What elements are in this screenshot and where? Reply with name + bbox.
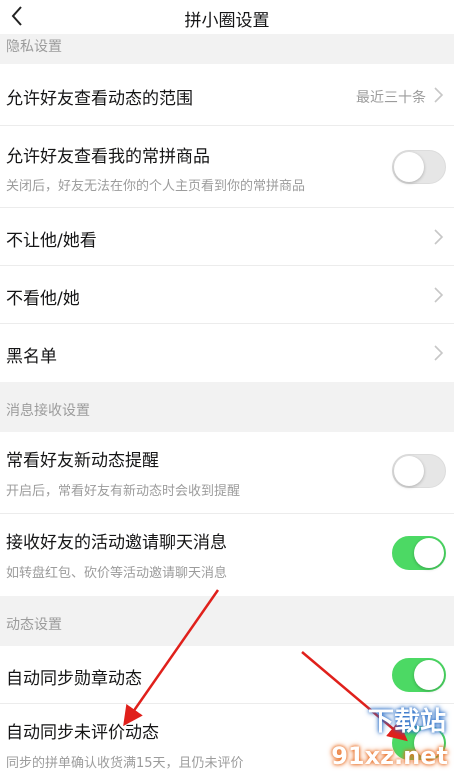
watermark-top: 下载站 [367, 707, 446, 737]
friend-reminder-desc: 开启后，常看好友有新动态时会收到提醒 [6, 484, 241, 499]
friend-reminder-row: 常看好友新动态提醒 开启后，常看好友有新动态时会收到提醒 [0, 432, 454, 514]
block-them-label: 不让他/她看 [6, 231, 97, 251]
blacklist-label: 黑名单 [6, 347, 57, 367]
toggle-knob [394, 152, 424, 182]
chevron-right-icon [434, 229, 444, 245]
invite-chat-toggle[interactable] [392, 536, 446, 570]
allow-view-range-value: 最近三十条 [356, 90, 426, 106]
blacklist-row[interactable]: 黑名单 [0, 324, 454, 382]
nav-bar: 拼小圈设置 [0, 0, 454, 34]
toggle-knob [394, 456, 424, 486]
invite-chat-label: 接收好友的活动邀请聊天消息 [6, 533, 227, 553]
chevron-right-icon [434, 87, 444, 103]
allow-view-range-label: 允许好友查看动态的范围 [6, 89, 193, 109]
watermark-bottom: 91xz.net [331, 742, 448, 770]
friend-reminder-toggle[interactable] [392, 454, 446, 488]
sync-badge-toggle[interactable] [392, 658, 446, 692]
allow-view-items-row: 允许好友查看我的常拼商品 关闭后，好友无法在你的个人主页看到你的常拼商品 [0, 126, 454, 208]
page-title: 拼小圈设置 [184, 11, 270, 31]
section-header-privacy: 隐私设置 [0, 34, 454, 64]
sync-badge-row: 自动同步勋章动态 [0, 646, 454, 704]
section-header-activity: 动态设置 [0, 596, 454, 646]
chevron-right-icon [434, 287, 444, 303]
section-header-message: 消息接收设置 [0, 382, 454, 432]
block-them-row[interactable]: 不让他/她看 [0, 208, 454, 266]
invite-chat-row: 接收好友的活动邀请聊天消息 如转盘红包、砍价等活动邀请聊天消息 [0, 514, 454, 596]
invite-chat-desc: 如转盘红包、砍价等活动邀请聊天消息 [6, 566, 228, 581]
allow-view-items-desc: 关闭后，好友无法在你的个人主页看到你的常拼商品 [6, 179, 306, 194]
hide-them-label: 不看他/她 [6, 289, 80, 309]
toggle-knob [414, 660, 444, 690]
allow-view-range-row[interactable]: 允许好友查看动态的范围 最近三十条 [0, 64, 454, 126]
allow-view-items-label: 允许好友查看我的常拼商品 [6, 147, 210, 167]
sync-unrated-label: 自动同步未评价动态 [6, 723, 159, 743]
toggle-knob [414, 538, 444, 568]
hide-them-row[interactable]: 不看他/她 [0, 266, 454, 324]
friend-reminder-label: 常看好友新动态提醒 [6, 451, 159, 471]
sync-badge-label: 自动同步勋章动态 [6, 669, 142, 689]
allow-view-items-toggle[interactable] [392, 150, 446, 184]
chevron-right-icon [434, 345, 444, 361]
sync-unrated-desc: 同步的拼单确认收货满15天，且仍未评价 [6, 756, 244, 771]
